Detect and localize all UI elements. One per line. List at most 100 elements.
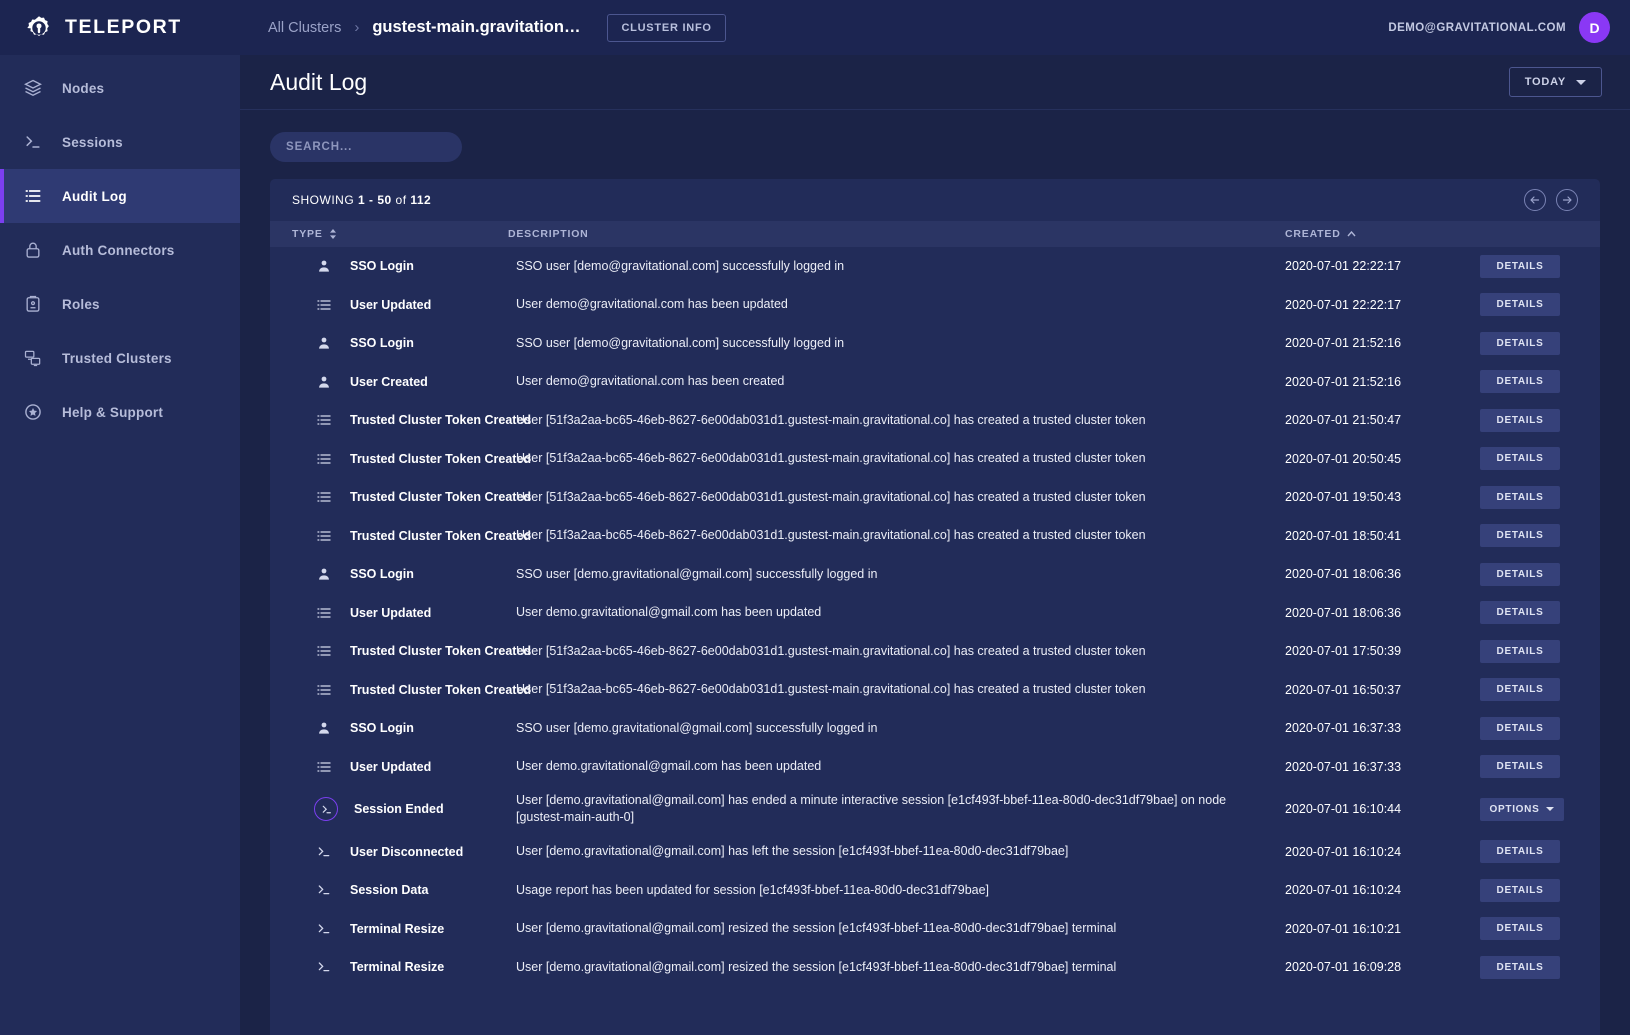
table-row[interactable]: User Created User demo@gravitational.com …	[270, 362, 1600, 401]
row-details-button[interactable]: DETAILS	[1480, 293, 1560, 317]
row-details-button[interactable]: DETAILS	[1480, 370, 1560, 394]
sidebar-item-help-support[interactable]: Help & Support	[0, 385, 240, 439]
column-header-type[interactable]: TYPE	[270, 221, 500, 247]
table-row[interactable]: Terminal Resize User [demo.gravitational@…	[270, 909, 1600, 948]
event-type-label: Trusted Cluster Token Created	[350, 528, 532, 543]
table-row[interactable]: Terminal Resize User [demo.gravitational@…	[270, 948, 1600, 987]
date-range-filter-button[interactable]: TODAY	[1508, 67, 1602, 97]
arrow-left-circle-icon[interactable]	[1524, 189, 1546, 211]
cell-type: User Updated	[270, 748, 500, 787]
event-description: SSO user [demo.gravitational@gmail.com] …	[516, 566, 878, 581]
table-row[interactable]: Trusted Cluster Token Created User [51f3a…	[270, 439, 1600, 479]
row-details-button[interactable]: DETAILS	[1480, 524, 1560, 548]
row-details-button[interactable]: DETAILS	[1480, 485, 1560, 509]
row-details-button[interactable]: DETAILS	[1480, 955, 1560, 979]
event-type-label: User Updated	[350, 605, 432, 620]
event-type-label: Terminal Resize	[350, 921, 445, 936]
showing-mid: of	[391, 193, 411, 207]
layers-icon	[22, 77, 44, 99]
row-action-label: DETAILS	[1496, 453, 1544, 465]
event-created-timestamp: 2020-07-01 16:37:33	[1285, 759, 1402, 774]
table-row[interactable]: User Updated User demo.gravitational@gmai…	[270, 593, 1600, 632]
table-row[interactable]: SSO Login SSO user [demo@gravitational.co…	[270, 247, 1600, 286]
table-row[interactable]: Trusted Cluster Token Created User [51f3a…	[270, 516, 1600, 556]
arrow-right-circle-icon[interactable]	[1556, 189, 1578, 211]
chevron-down-icon	[1546, 807, 1555, 812]
cell-description: User [51f3a2aa-bc65-46eb-8627-6e00dab031…	[500, 478, 1285, 517]
row-details-button[interactable]: DETAILS	[1480, 331, 1560, 355]
sidebar-item-trusted-clusters[interactable]: Trusted Clusters	[0, 331, 240, 385]
lock-icon	[22, 239, 44, 261]
sidebar-item-sessions[interactable]: Sessions	[0, 115, 240, 169]
table-row[interactable]: SSO Login SSO user [demo.gravitational@gm…	[270, 709, 1600, 748]
cell-type: Terminal Resize	[270, 948, 500, 987]
user-email-label: DEMO@GRAVITATIONAL.COM	[1388, 21, 1566, 34]
teleport-gear-icon	[27, 15, 49, 36]
sidebar-item-auth-connectors[interactable]: Auth Connectors	[0, 223, 240, 277]
cell-type: Session Data	[270, 871, 500, 910]
table-row[interactable]: Trusted Cluster Token Created User [51f3a…	[270, 401, 1600, 440]
row-details-button[interactable]: DETAILS	[1480, 447, 1560, 471]
row-action-label: DETAILS	[1496, 491, 1544, 503]
row-details-button[interactable]: DETAILS	[1480, 716, 1560, 740]
row-details-button[interactable]: DETAILS	[1480, 678, 1560, 702]
row-details-button[interactable]: DETAILS	[1480, 878, 1560, 902]
row-details-button[interactable]: DETAILS	[1480, 254, 1560, 278]
showing-total: 112	[410, 193, 432, 207]
row-details-button[interactable]: DETAILS	[1480, 408, 1560, 432]
row-details-button[interactable]: DETAILS	[1480, 917, 1560, 941]
column-header-description[interactable]: DESCRIPTION	[500, 221, 1285, 247]
table-row[interactable]: SSO Login SSO user [demo@gravitational.co…	[270, 324, 1600, 363]
row-options-button[interactable]: OPTIONS	[1480, 797, 1564, 821]
row-details-button[interactable]: DETAILS	[1480, 840, 1560, 864]
table-row[interactable]: User Updated User demo@gravitational.com …	[270, 285, 1600, 324]
search-input[interactable]	[270, 132, 462, 162]
table-row[interactable]: Trusted Cluster Token Created User [51f3a…	[270, 632, 1600, 671]
row-action-label: DETAILS	[1496, 568, 1544, 580]
sidebar-item-audit-log[interactable]: Audit Log	[0, 169, 240, 223]
event-created-timestamp: 2020-07-01 16:50:37	[1285, 682, 1402, 697]
sidebar-item-nodes[interactable]: Nodes	[0, 61, 240, 115]
sidebar-item-roles[interactable]: Roles	[0, 277, 240, 331]
table-row[interactable]: Trusted Cluster Token Created User [51f3a…	[270, 670, 1600, 709]
page-header: Audit Log TODAY	[240, 55, 1630, 110]
event-created-timestamp: 2020-07-01 19:50:43	[1285, 490, 1402, 505]
cell-actions: DETAILS	[1480, 440, 1600, 479]
terminal-ring-icon	[314, 797, 338, 822]
brand[interactable]: TELEPORT	[0, 15, 240, 41]
cell-description: User demo.gravitational@gmail.com has be…	[500, 748, 1285, 787]
table-row[interactable]: Session Data Usage report has been update…	[270, 871, 1600, 910]
event-description: User [demo.gravitational@gmail.com] resi…	[516, 921, 1117, 936]
event-created-timestamp: 2020-07-01 21:52:16	[1285, 336, 1402, 351]
cell-type: Trusted Cluster Token Created	[270, 478, 531, 517]
table-row[interactable]: Trusted Cluster Token Created User [51f3a…	[270, 478, 1600, 517]
event-type-label: Trusted Cluster Token Created	[350, 490, 532, 505]
sidebar-item-label: Audit Log	[62, 188, 127, 204]
cluster-info-button[interactable]: CLUSTER INFO	[607, 13, 726, 42]
column-header-created[interactable]: CREATED	[1285, 221, 1480, 247]
row-details-button[interactable]: DETAILS	[1480, 562, 1560, 586]
row-action-label: DETAILS	[1496, 761, 1544, 773]
row-details-button[interactable]: DETAILS	[1480, 639, 1560, 663]
audit-log-table: TYPE DESCRIPTION CREATED SSO Login SSO u…	[270, 221, 1600, 987]
row-action-label: DETAILS	[1496, 884, 1544, 896]
column-header-description-label: DESCRIPTION	[508, 228, 589, 240]
row-details-button[interactable]: DETAILS	[1480, 755, 1560, 779]
cell-description: Usage report has been updated for sessio…	[500, 871, 1285, 910]
cell-description: User [51f3a2aa-bc65-46eb-8627-6e00dab031…	[500, 517, 1285, 556]
table-row[interactable]: User Disconnected User [demo.gravitationa…	[270, 832, 1600, 871]
event-created-timestamp: 2020-07-01 16:10:24	[1285, 883, 1402, 898]
cell-created: 2020-07-01 21:50:47	[1285, 401, 1480, 440]
table-row[interactable]: Session Ended User [demo.gravitational@gm…	[270, 786, 1600, 833]
table-row[interactable]: User Updated User demo.gravitational@gmai…	[270, 747, 1600, 787]
sidebar-item-label: Roles	[62, 296, 100, 312]
column-header-created-label: CREATED	[1285, 228, 1341, 240]
breadcrumb-all-clusters[interactable]: All Clusters	[268, 20, 341, 36]
avatar[interactable]: D	[1579, 12, 1610, 43]
list-icon	[314, 759, 334, 775]
cell-actions: DETAILS	[1480, 871, 1600, 910]
table-row[interactable]: SSO Login SSO user [demo.gravitational@gm…	[270, 555, 1600, 594]
row-details-button[interactable]: DETAILS	[1480, 601, 1560, 625]
event-description: SSO user [demo@gravitational.com] succes…	[516, 335, 845, 350]
row-action-label: DETAILS	[1496, 376, 1544, 388]
